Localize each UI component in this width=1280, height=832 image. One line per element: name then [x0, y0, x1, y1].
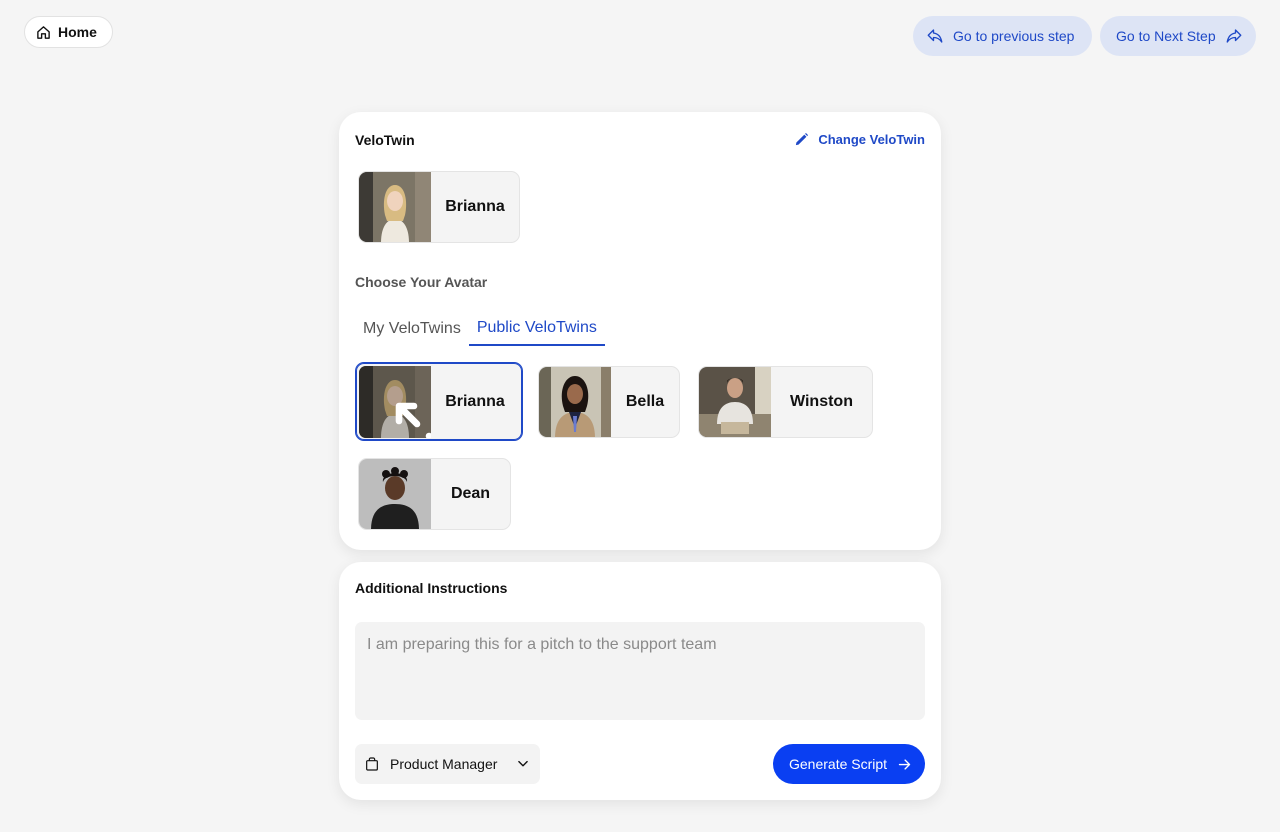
generate-script-label: Generate Script: [789, 756, 888, 772]
avatar-photo-brianna: [359, 172, 431, 242]
instructions-textarea[interactable]: [355, 622, 925, 720]
pencil-icon: [796, 132, 809, 146]
avatar-option-winston[interactable]: Winston: [698, 366, 873, 438]
role-dropdown-value: Product Manager: [390, 756, 498, 772]
tab-my-velotwins[interactable]: My VeloTwins: [355, 312, 469, 346]
generate-script-button[interactable]: Generate Script: [773, 744, 925, 784]
avatar-photo-bella: [539, 367, 611, 437]
avatar-name: Winston: [790, 393, 853, 410]
avatar-option-bella[interactable]: Bella: [538, 366, 680, 438]
change-velotwin-link[interactable]: Change VeloTwin: [794, 132, 925, 147]
change-velotwin-label: Change VeloTwin: [818, 132, 925, 147]
chevron-down-icon: [518, 760, 528, 767]
home-icon: [37, 25, 50, 39]
avatar-photo-dean: [359, 459, 431, 529]
arrow-right-icon: [898, 758, 911, 770]
home-button[interactable]: Home: [24, 16, 113, 48]
avatar-option-dean[interactable]: Dean: [358, 458, 511, 530]
velotwin-card: VeloTwin Change VeloTwin Brianna Choose …: [339, 112, 941, 550]
avatar-name: Brianna: [445, 392, 505, 410]
reply-arrow-icon: [927, 29, 943, 43]
avatar-option-brianna[interactable]: Brianna: [355, 362, 523, 441]
current-velotwin-name: Brianna: [445, 198, 505, 215]
velotwin-title: VeloTwin: [355, 132, 415, 148]
current-velotwin-card: Brianna: [358, 171, 520, 243]
expand-icon[interactable]: [387, 394, 431, 438]
avatar-tabs: My VeloTwins Public VeloTwins: [355, 312, 605, 346]
choose-avatar-label: Choose Your Avatar: [355, 274, 488, 290]
avatar-photo-brianna: [359, 365, 431, 438]
previous-step-label: Go to previous step: [953, 28, 1075, 44]
previous-step-button[interactable]: Go to previous step: [913, 16, 1092, 56]
forward-arrow-icon: [1226, 29, 1242, 43]
next-step-button[interactable]: Go to Next Step: [1100, 16, 1256, 56]
role-dropdown[interactable]: Product Manager: [355, 744, 540, 784]
tab-public-velotwins[interactable]: Public VeloTwins: [468, 312, 605, 346]
briefcase-icon: [366, 757, 378, 771]
avatar-name: Dean: [450, 485, 491, 502]
avatar-photo-winston: [699, 367, 771, 437]
instructions-title: Additional Instructions: [355, 580, 508, 596]
next-step-label: Go to Next Step: [1116, 28, 1216, 44]
avatar-name: Bella: [625, 393, 665, 410]
home-label: Home: [58, 24, 97, 40]
instructions-card: Additional Instructions Product Manager …: [339, 562, 941, 800]
